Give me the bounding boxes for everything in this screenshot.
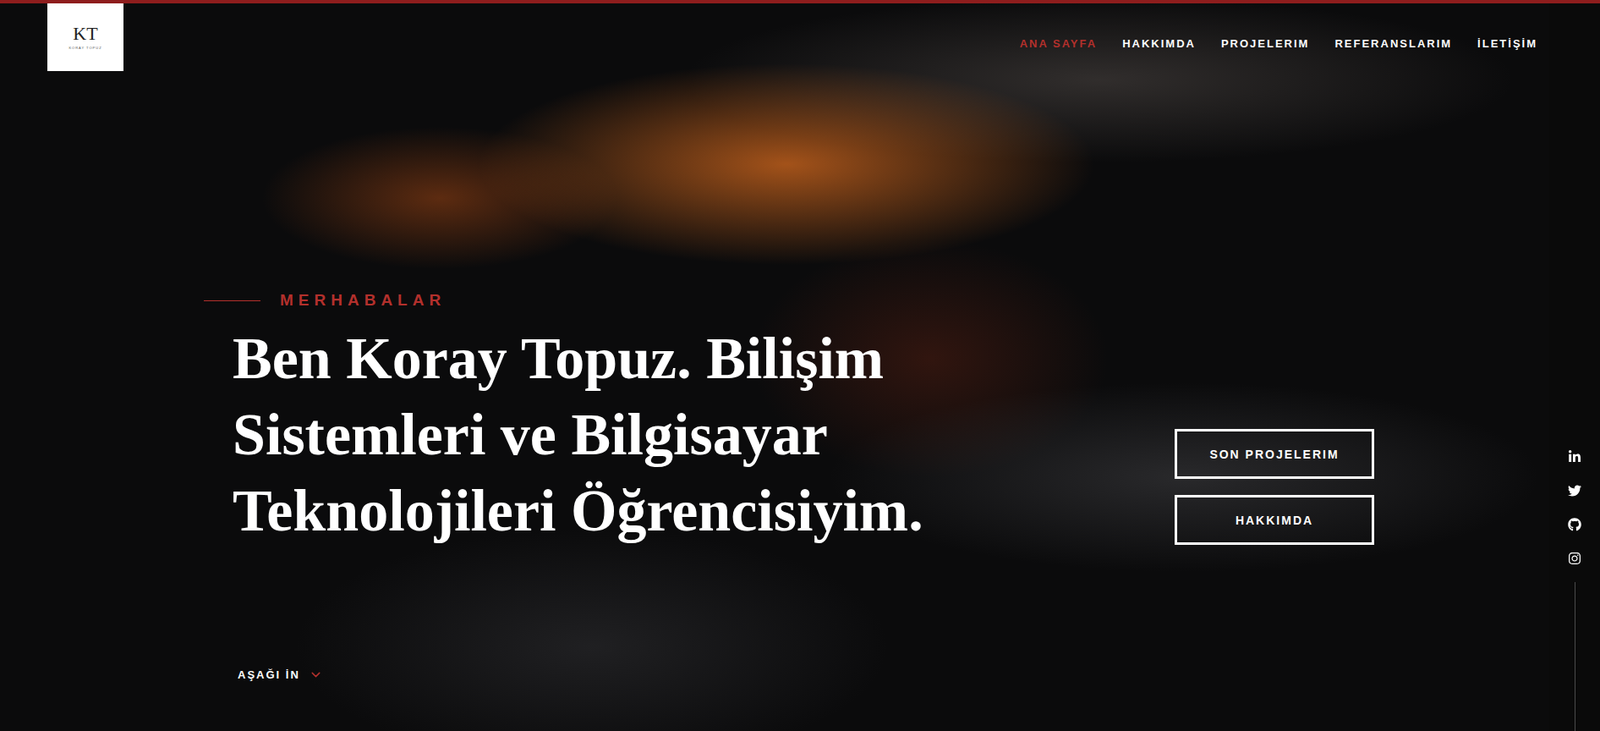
header: KTKORAY TOPUZ ANA SAYFA HAKKIMDA PROJELERIM… xyxy=(0,3,1550,72)
scroll-hint[interactable]: AŞAĞI İN xyxy=(237,667,324,682)
greeting-line xyxy=(203,300,261,302)
nav: ANA SAYFA HAKKIMDA PROJELERIM REFERANSLARIM… xyxy=(1019,3,1538,50)
twitter-icon xyxy=(1567,483,1582,498)
page-body: KTKORAY TOPUZ ANA SAYFA HAKKIMDA PROJELERIM… xyxy=(0,3,1600,731)
social-link[interactable] xyxy=(1567,483,1582,498)
logo[interactable]: KTKORAY TOPUZ xyxy=(47,3,124,72)
hero-buttons: SON PROJELERIM HAKKIMDA xyxy=(1174,290,1375,545)
greeting-row: MERHABALAR xyxy=(203,290,1175,311)
chevron-down-icon xyxy=(308,667,324,682)
github-icon xyxy=(1567,517,1582,532)
hero-text: MERHABALAR Ben Koray Topuz. BilişimSistem… xyxy=(0,290,1175,549)
social-icons xyxy=(1567,449,1582,565)
nav-item[interactable]: HAKKIMDA xyxy=(1122,37,1196,50)
nav-item[interactable]: PROJELERIM xyxy=(1221,37,1310,50)
heading-line: Sistemleri ve Bilgisayar xyxy=(232,396,1175,473)
instagram-icon xyxy=(1567,551,1582,565)
social-strip xyxy=(1549,3,1600,731)
logo-initials: KT xyxy=(72,24,98,44)
greeting: MERHABALAR xyxy=(279,290,446,310)
outline-button[interactable]: SON PROJELERIM xyxy=(1174,428,1375,479)
vertical-line xyxy=(1574,581,1576,731)
social-link[interactable] xyxy=(1567,551,1582,565)
linkedin-icon xyxy=(1567,449,1582,464)
hero: MERHABALAR Ben Koray Topuz. BilişimSistem… xyxy=(0,71,1550,549)
scroll-hint-label: AŞAĞI İN xyxy=(237,668,301,681)
nav-item[interactable]: İLETİŞİM xyxy=(1477,37,1538,50)
nav-item[interactable]: REFERANSLARIM xyxy=(1334,37,1453,50)
nav-item[interactable]: ANA SAYFA xyxy=(1019,37,1097,50)
heading-line: Teknolojileri Öğrencisiyim. xyxy=(232,472,1175,549)
hero-heading: Ben Koray Topuz. BilişimSistemleri ve Bi… xyxy=(232,320,1175,549)
hero-background: KTKORAY TOPUZ ANA SAYFA HAKKIMDA PROJELERIM… xyxy=(0,3,1550,731)
social-link[interactable] xyxy=(1567,517,1582,532)
logo-subtitle: KORAY TOPUZ xyxy=(68,45,102,50)
page: KTKORAY TOPUZ ANA SAYFA HAKKIMDA PROJELERIM… xyxy=(0,0,1600,731)
social-link[interactable] xyxy=(1567,449,1582,464)
outline-button[interactable]: HAKKIMDA xyxy=(1174,494,1375,545)
heading-line: Ben Koray Topuz. Bilişim xyxy=(232,320,1175,397)
